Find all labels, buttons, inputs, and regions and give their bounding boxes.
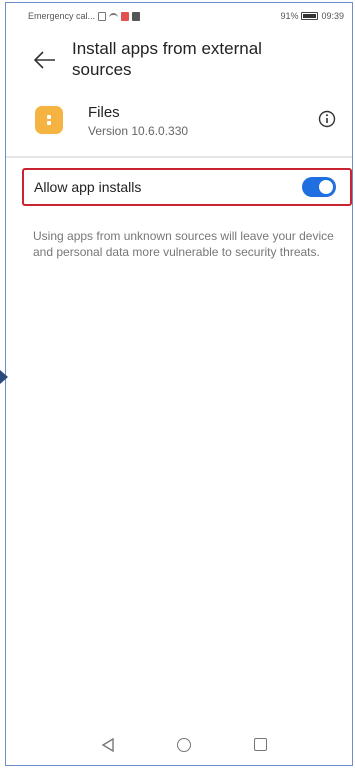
section-divider (6, 156, 352, 158)
app-row: Files Version 10.6.0.330 (35, 104, 345, 140)
allow-app-installs-row[interactable]: Allow app installs (22, 168, 352, 206)
page-title: Install apps from external sources (72, 39, 262, 79)
battery-percent: 91% (280, 11, 299, 21)
carrier-text: Emergency cal... (28, 11, 96, 21)
allow-app-installs-toggle[interactable] (302, 177, 336, 197)
status-bar: Emergency cal... 91% 09:39 (28, 8, 344, 24)
allow-app-installs-label: Allow app installs (34, 179, 142, 195)
side-pointer-icon (0, 370, 8, 384)
square-recents-icon[interactable] (254, 738, 267, 751)
app-name: Files (88, 104, 120, 121)
battery-icon (301, 12, 319, 20)
app-version: Version 10.6.0.330 (88, 124, 189, 138)
wifi-icon (109, 13, 119, 19)
arrow-left-icon[interactable] (32, 48, 58, 72)
triangle-back-icon[interactable] (101, 738, 115, 752)
clock: 09:39 (321, 11, 344, 21)
warning-description: Using apps from unknown sources will lea… (33, 229, 334, 259)
navigation-bar (0, 730, 355, 760)
status-left: Emergency cal... (28, 11, 141, 21)
circle-home-icon[interactable] (177, 738, 191, 752)
info-icon[interactable] (318, 110, 336, 128)
files-app-icon (35, 106, 63, 134)
notification-icon (132, 11, 141, 21)
toggle-knob (319, 180, 333, 194)
notification-icon (121, 11, 130, 21)
sim-icon (98, 11, 107, 21)
header: Install apps from external sources (32, 38, 332, 88)
status-right: 91% 09:39 (280, 11, 344, 21)
